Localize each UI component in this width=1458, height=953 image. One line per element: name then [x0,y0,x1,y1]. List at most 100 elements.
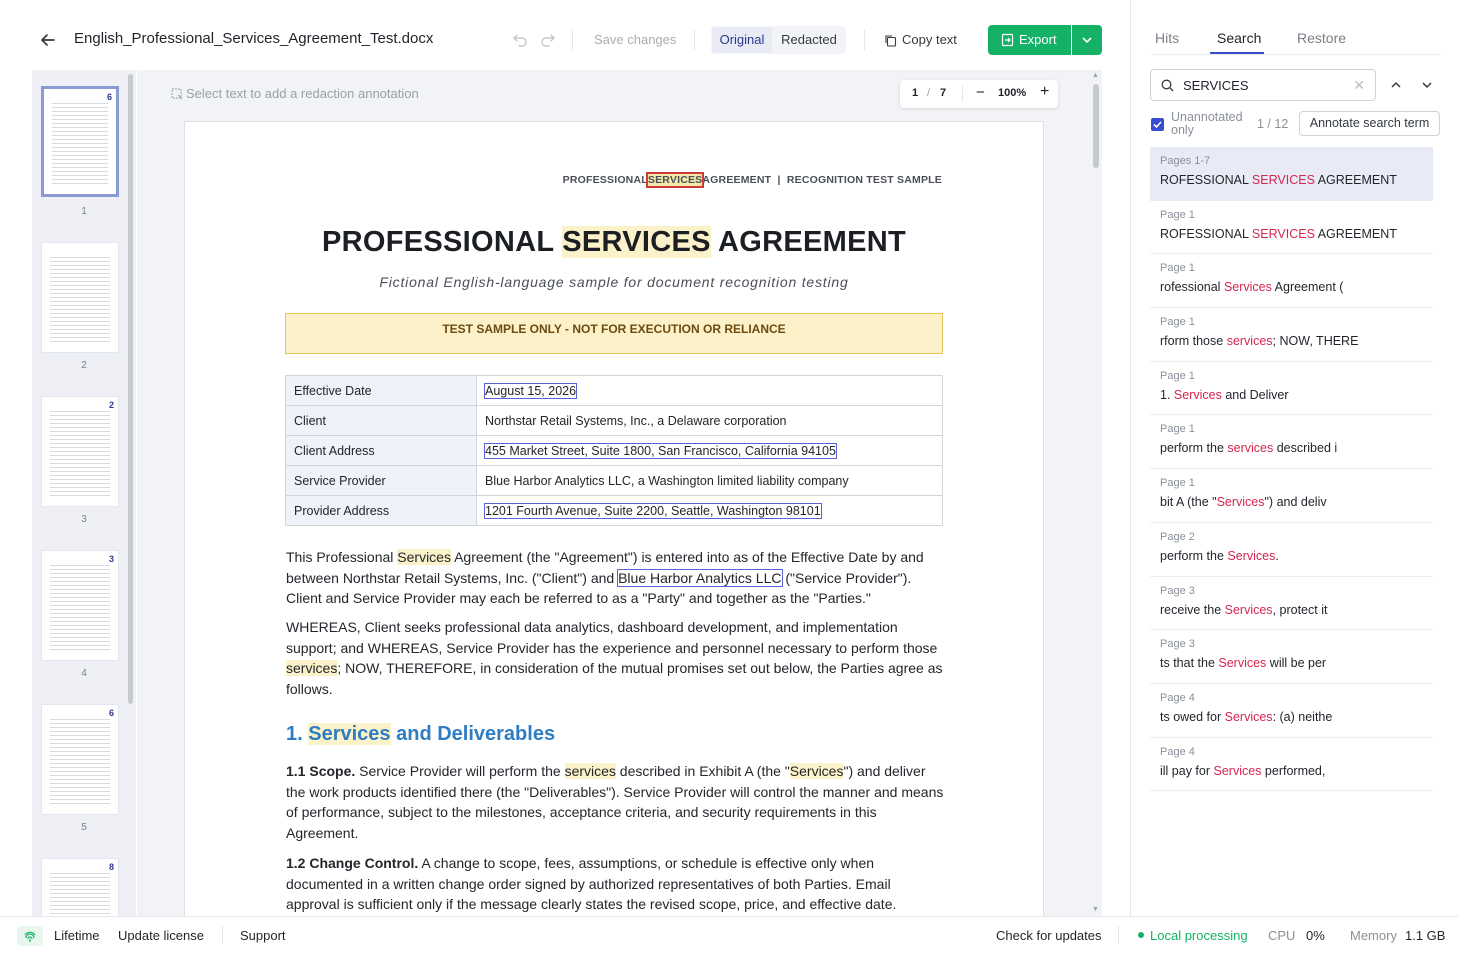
paragraph: 1.1 Scope. Service Provider will perform… [286,763,944,842]
hit-item[interactable]: Page 1 rform those services; NOW, THERE [1150,308,1433,362]
thumbnail-label: 2 [81,360,87,371]
copy-text-button[interactable]: Copy text [902,32,957,47]
support-link[interactable]: Support [240,928,286,943]
hit-item[interactable]: Page 4 ts owed for Services: (a) neithe [1150,684,1433,738]
document-subtitle: Fictional English-language sample for do… [379,274,849,290]
hit-page: Page 4 [1160,745,1195,758]
redaction-annotation[interactable]: 1201 Fourth Avenue, Suite 2200, Seattle,… [484,502,822,519]
search-hit[interactable]: Services [397,549,451,565]
hit-item[interactable]: Page 3 receive the Services, protect it [1150,577,1433,631]
tab-restore[interactable]: Restore [1297,30,1346,46]
annotate-search-term-button[interactable]: Annotate search term [1299,111,1440,136]
hit-snippet: ROFESSIONAL SERVICES AGREEMENT [1160,173,1397,187]
hit-item[interactable]: Page 1 1. Services and Deliver [1150,362,1433,416]
total-pages: 7 [940,87,947,99]
hit-item[interactable]: Page 2 perform the Services. [1150,523,1433,577]
license-type: Lifetime [54,928,100,943]
document-scrollbar[interactable] [1093,84,1099,168]
document-title: English_Professional_Services_Agreement_… [74,30,434,47]
fingerprint-icon [17,926,43,946]
table-row: Client Northstar Retail Systems, Inc., a … [285,405,943,436]
redaction-annotation[interactable]: August 15, 2026 [483,382,578,399]
hit-page: Page 1 [1160,477,1195,490]
copy-icon [885,35,897,47]
hit-match: Services [1224,602,1273,617]
hit-snippet: rofessional Services Agreement ( [1160,280,1344,295]
active-tab-indicator [1210,52,1264,54]
hit-match: services [1226,334,1273,349]
tab-hits[interactable]: Hits [1155,30,1179,46]
export-dropdown-button[interactable] [1072,25,1102,55]
hit-item[interactable]: Page 3 ts that the Services will be per [1150,630,1433,684]
redaction-annotation[interactable]: Blue Harbor Analytics LLC [617,568,783,587]
scroll-down-icon[interactable]: ▼ [1092,906,1099,913]
hit-snippet: 1. Services and Deliver [1160,387,1289,402]
section-heading: 1. Services and Deliverables [286,723,556,745]
thumbnail-page-5[interactable]: 6 [41,704,119,815]
hit-item[interactable]: Page 1 perform the services described i [1150,415,1433,470]
search-panel: Hits Search Restore SERVICES ✕ Unannotat… [1130,0,1458,916]
search-hit[interactable]: services [286,660,338,677]
divider [1118,926,1119,944]
update-license-link[interactable]: Update license [118,928,204,943]
scroll-up-icon[interactable]: ▲ [1092,72,1099,79]
thumbnail-page-2[interactable] [41,242,119,353]
tab-search[interactable]: Search [1217,30,1261,46]
unannotated-checkbox[interactable] [1151,118,1164,131]
hit-match: Services [1213,763,1262,778]
parties-table: Effective Date August 15, 2026 Client Nort… [285,375,943,526]
thumbnail-page-1[interactable]: 6 [41,86,119,197]
zoom-in-button[interactable]: + [1040,83,1049,101]
hit-item[interactable]: Page 4 ill pay for Services performed, [1150,738,1433,792]
arrow-left-icon[interactable] [38,30,58,50]
hit-match: Services [1224,709,1273,724]
hit-item[interactable]: Page 1 rofessional Services Agreement ( [1150,254,1433,309]
search-hit[interactable]: services [564,763,616,779]
document-page: PROFESSIONALSERVICESAGREEMENT | RECOGNIT… [184,121,1044,921]
hit-item[interactable]: Page 1 bit A (the "Services") and deliv [1150,469,1433,523]
search-hit[interactable]: SERVICES [562,226,711,258]
hit-match: SERVICES [1251,173,1315,187]
hit-snippet: bit A (the "Services") and deliv [1160,495,1327,510]
hit-snippet: perform the services described i [1160,441,1338,456]
previous-hit-icon[interactable] [1389,78,1403,92]
thumbnail-scrollbar[interactable] [128,74,133,704]
save-changes-button[interactable]: Save changes [594,32,676,47]
check-updates-link[interactable]: Check for updates [996,928,1102,943]
hit-snippet: ts that the Services will be per [1160,656,1327,671]
redaction-annotation[interactable]: 455 Market Street, Suite 1800, San Franc… [484,442,837,459]
zoom-out-button[interactable]: − [976,84,985,101]
thumbnail-page-4[interactable]: 3 [41,550,119,661]
current-page[interactable]: 1 [912,87,918,99]
hit-page: Page 3 [1160,584,1195,597]
hit-match: Services [1216,495,1265,510]
hit-page: Page 1 [1160,369,1195,382]
search-hit[interactable]: Services [789,763,844,779]
hit-page: Pages 1-7 [1160,155,1211,167]
hit-match: Services [1227,548,1276,563]
check-icon [1153,121,1162,129]
next-hit-icon[interactable] [1420,78,1434,92]
toolbar: English_Professional_Services_Agreement_… [0,0,1130,80]
search-hit[interactable]: SERVICES [645,172,705,188]
hit-page: Page 2 [1160,530,1195,543]
search-input[interactable]: SERVICES ✕ [1150,69,1376,101]
original-view-button[interactable]: Original [712,27,772,53]
hit-item[interactable]: Page 1 ROFESSIONAL SERVICES AGREEMENT [1150,201,1433,255]
thumbnail-page-6[interactable]: 8 [41,858,119,916]
divider [572,30,573,50]
search-hit[interactable]: Services [308,723,391,745]
hit-item[interactable]: Pages 1-7 ROFESSIONAL SERVICES AGREEMENT [1150,147,1433,201]
hit-match: Services [1173,387,1222,402]
tab-divider [1151,54,1441,55]
undo-icon[interactable] [512,31,528,47]
paragraph: 1.2 Change Control. A change to scope, f… [286,855,897,913]
thumbnail-page-3[interactable]: 2 [41,396,119,507]
redacted-view-button[interactable]: Redacted [775,27,843,53]
search-value[interactable]: SERVICES [1183,78,1249,93]
running-header: PROFESSIONALSERVICESAGREEMENT | RECOGNIT… [562,172,942,188]
redo-icon[interactable] [540,31,556,47]
zoom-level: 100% [998,87,1027,99]
hit-snippet: ill pay for Services performed, [1160,763,1326,778]
clear-icon[interactable]: ✕ [1353,77,1365,94]
